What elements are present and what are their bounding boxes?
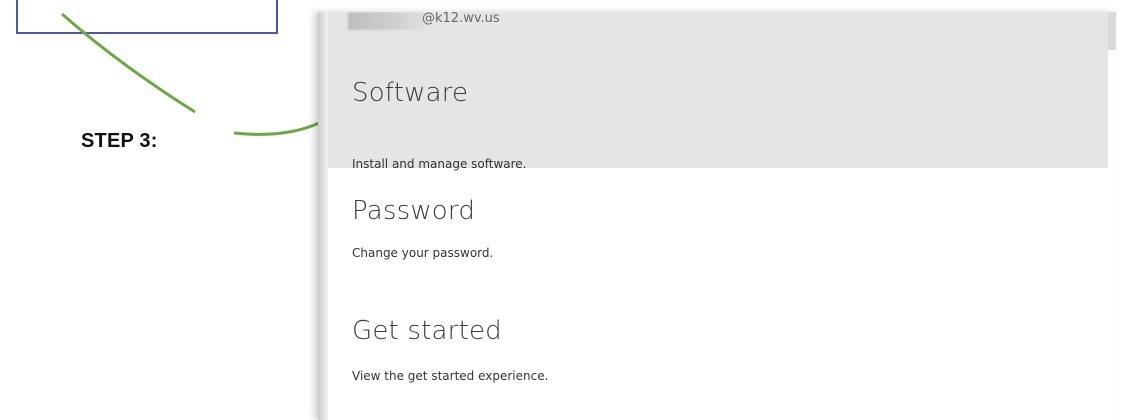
menu-item-description: Install and manage software.	[352, 157, 527, 171]
previous-step-highlight-box	[16, 0, 278, 34]
menu-item-description: Change your password.	[352, 246, 494, 260]
menu-item-title: Password	[352, 196, 476, 226]
menu-item-description: View the get started experience.	[352, 369, 549, 383]
account-row: @k12.wv.us	[328, 12, 1108, 50]
account-email: @k12.wv.us	[422, 12, 500, 26]
step-label: STEP 3:	[81, 130, 158, 152]
menu-item-title: Get started	[352, 316, 502, 346]
scrollbar[interactable]	[1108, 12, 1116, 50]
settings-panel: @k12.wv.us Software Install and manage s…	[318, 12, 1116, 420]
tutorial-stage: STEP 3: @k12.wv.us Software Install and …	[0, 0, 1133, 420]
redacted-username	[348, 12, 426, 30]
panel-left-edge	[318, 12, 328, 420]
menu-item-title: Software	[352, 78, 469, 108]
menu-item-get-started[interactable]: Get started View the get started experie…	[328, 302, 1108, 412]
menu-item-software[interactable]: Software Install and manage software.	[328, 50, 1108, 171]
menu-item-password[interactable]: Password Change your password.	[328, 182, 1108, 292]
